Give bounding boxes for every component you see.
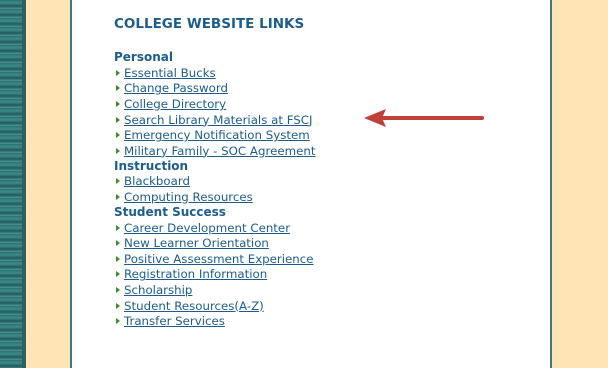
triangle-bullet-icon [116, 69, 120, 76]
triangle-bullet-icon [116, 116, 120, 123]
group-heading-personal: Personal [114, 50, 173, 64]
link-label[interactable]: College Directory [124, 97, 226, 111]
right-margin-band [552, 0, 608, 368]
triangle-bullet-icon [116, 100, 120, 107]
triangle-bullet-icon [116, 271, 120, 278]
link-label[interactable]: New Learner Orientation [124, 236, 269, 250]
link-label[interactable]: Change Password [124, 81, 228, 95]
link-label[interactable]: Student Resources(A-Z) [124, 299, 264, 313]
group-heading-instruction: Instruction [114, 158, 189, 173]
link-search-library-materials[interactable]: Search Library Materials at FSCJ [114, 112, 315, 128]
link-military-family-soc-agreement[interactable]: Military Family - SOC Agreement [114, 143, 315, 159]
triangle-bullet-icon [116, 286, 120, 293]
link-essential-bucks[interactable]: Essential Bucks [114, 65, 315, 81]
link-positive-assessment-experience[interactable]: Positive Assessment Experience [114, 251, 315, 267]
link-label[interactable]: Emergency Notification System [124, 128, 310, 142]
link-transfer-services[interactable]: Transfer Services [114, 313, 315, 329]
link-registration-information[interactable]: Registration Information [114, 267, 315, 283]
decorative-left-strip [0, 0, 22, 368]
link-label[interactable]: Essential Bucks [124, 66, 216, 80]
link-label[interactable]: Computing Resources [124, 190, 253, 204]
link-label[interactable]: Registration Information [124, 267, 267, 281]
link-label[interactable]: Search Library Materials at FSCJ [124, 113, 313, 127]
link-label[interactable]: Blackboard [124, 174, 190, 188]
link-emergency-notification-system[interactable]: Emergency Notification System [114, 127, 315, 143]
link-college-directory[interactable]: College Directory [114, 96, 315, 112]
left-margin-band [26, 0, 70, 368]
red-arrow-annotation-icon [364, 109, 484, 127]
triangle-bullet-icon [116, 255, 120, 262]
triangle-bullet-icon [116, 193, 120, 200]
triangle-bullet-icon [116, 318, 120, 325]
triangle-bullet-icon [116, 240, 120, 247]
link-student-resources[interactable]: Student Resources(A-Z) [114, 298, 315, 314]
link-career-development-center[interactable]: Career Development Center [114, 220, 315, 236]
links-list: Personal Essential Bucks Change Password… [114, 50, 315, 329]
triangle-bullet-icon [116, 302, 120, 309]
group-heading-student-success: Student Success [114, 204, 226, 219]
page-title: COLLEGE WEBSITE LINKS [114, 16, 305, 32]
link-blackboard[interactable]: Blackboard [114, 174, 315, 190]
triangle-bullet-icon [116, 224, 120, 231]
link-label[interactable]: Scholarship [124, 283, 192, 297]
link-label[interactable]: Positive Assessment Experience [124, 252, 314, 266]
triangle-bullet-icon [116, 85, 120, 92]
triangle-bullet-icon [116, 178, 120, 185]
triangle-bullet-icon [116, 132, 120, 139]
link-label[interactable]: Transfer Services [124, 314, 225, 328]
link-scholarship[interactable]: Scholarship [114, 282, 315, 298]
triangle-bullet-icon [116, 147, 120, 154]
link-change-password[interactable]: Change Password [114, 81, 315, 97]
link-new-learner-orientation[interactable]: New Learner Orientation [114, 235, 315, 251]
link-label[interactable]: Career Development Center [124, 221, 290, 235]
link-computing-resources[interactable]: Computing Resources [114, 189, 315, 205]
link-label[interactable]: Military Family - SOC Agreement [124, 144, 315, 158]
